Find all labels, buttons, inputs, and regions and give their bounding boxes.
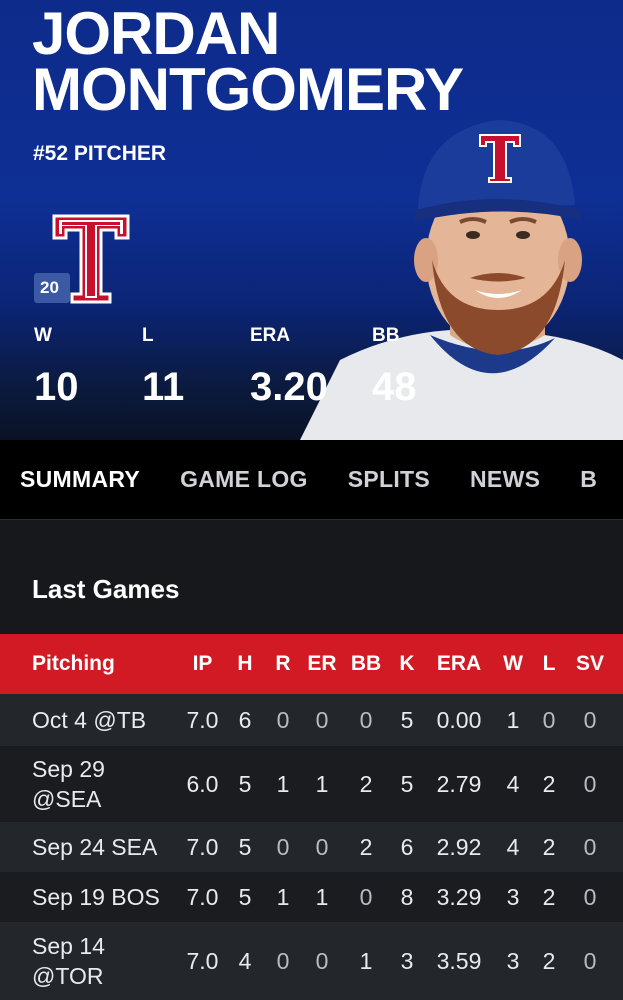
game-cell: Sep 29 @SEA <box>32 756 105 812</box>
stat-label: W <box>34 325 52 346</box>
ip-cell: 7.0 <box>186 706 219 733</box>
stat-losses: L 11 <box>142 325 184 410</box>
header-era: ERA <box>436 652 482 675</box>
bb-cell: 2 <box>359 770 373 797</box>
era-cell: 2.92 <box>436 833 482 860</box>
tab-splits[interactable]: SPLITS <box>348 466 430 493</box>
l-cell: 2 <box>542 770 556 797</box>
player-number-position: #52 PITCHER <box>33 142 167 165</box>
table-row[interactable]: Oct 4 @TB 7.0 6 0 0 0 5 0.00 1 0 0 <box>0 694 623 746</box>
sv-cell: 0 <box>583 706 597 733</box>
k-cell: 8 <box>400 883 414 910</box>
sv-cell: 0 <box>583 883 597 910</box>
player-last-name: MONTGOMERY <box>32 56 464 123</box>
era-cell: 3.29 <box>436 883 482 910</box>
w-cell: 1 <box>506 706 520 733</box>
ip-cell: 7.0 <box>186 883 219 910</box>
player-name: JORDAN MONTGOMERY <box>32 0 592 123</box>
stat-value: 10 <box>34 365 79 409</box>
game-cell: Oct 4 @TB <box>32 706 147 733</box>
stat-value: 48 <box>372 365 417 409</box>
stat-wins: W 10 <box>34 325 79 410</box>
l-cell: 2 <box>542 833 556 860</box>
l-cell: 2 <box>542 883 556 910</box>
r-cell: 0 <box>276 947 290 974</box>
sv-cell: 0 <box>583 947 597 974</box>
tab-summary[interactable]: SUMMARY <box>20 466 140 493</box>
r-cell: 1 <box>276 883 290 910</box>
season-badge[interactable]: 20 <box>34 273 70 303</box>
stat-label: L <box>142 325 154 346</box>
tab-game-log[interactable]: GAME LOG <box>180 466 308 493</box>
era-cell: 0.00 <box>436 706 482 733</box>
h-cell: 5 <box>238 770 252 797</box>
stat-value: 3.20 <box>250 365 328 409</box>
header-r: R <box>275 652 291 675</box>
bb-cell: 0 <box>359 706 373 733</box>
header-bb: BB <box>350 652 382 675</box>
l-cell: 0 <box>542 706 556 733</box>
era-cell: 2.79 <box>436 770 482 797</box>
game-cell: Sep 24 SEA <box>32 833 158 860</box>
header-w: W <box>503 652 523 675</box>
sv-cell: 0 <box>583 770 597 797</box>
er-cell: 1 <box>315 883 329 910</box>
player-first-name: JORDAN <box>32 0 280 67</box>
h-cell: 6 <box>238 706 252 733</box>
table-row[interactable]: Sep 19 BOS 7.0 5 1 1 0 8 3.29 3 2 0 <box>0 872 623 922</box>
ip-cell: 7.0 <box>186 833 219 860</box>
header-k: K <box>399 652 415 675</box>
l-cell: 2 <box>542 947 556 974</box>
tab-news[interactable]: NEWS <box>470 466 540 493</box>
player-hero: JORDAN MONTGOMERY #52 PITCHER 20 W 10 L … <box>0 0 623 440</box>
era-cell: 3.59 <box>436 947 482 974</box>
er-cell: 1 <box>315 770 329 797</box>
player-headshot <box>300 120 623 440</box>
header-pitching: Pitching <box>32 652 115 675</box>
ip-cell: 6.0 <box>186 770 219 797</box>
h-cell: 5 <box>238 883 252 910</box>
table-row[interactable]: Sep 14 @TOR 7.0 4 0 0 1 3 3.59 3 2 0 <box>0 922 623 1000</box>
ip-cell: 7.0 <box>186 947 219 974</box>
sv-cell: 0 <box>583 833 597 860</box>
w-cell: 4 <box>506 833 520 860</box>
stat-label: ERA <box>250 325 291 346</box>
stat-walks: BB 48 <box>372 325 417 410</box>
header-ip: IP <box>192 652 213 675</box>
tab-bar: SUMMARY GAME LOG SPLITS NEWS B <box>0 440 623 520</box>
h-cell: 5 <box>238 833 252 860</box>
table-row[interactable]: Sep 24 SEA 7.0 5 0 0 2 6 2.92 4 2 0 <box>0 822 623 872</box>
header-l: L <box>542 652 556 675</box>
bb-cell: 0 <box>359 883 373 910</box>
stat-value: 11 <box>142 365 185 409</box>
bb-cell: 1 <box>359 947 373 974</box>
er-cell: 0 <box>315 833 329 860</box>
header-er: ER <box>307 652 337 675</box>
section-title-last-games: Last Games <box>32 574 180 604</box>
r-cell: 1 <box>276 770 290 797</box>
game-cell: Sep 14 @TOR <box>32 933 105 989</box>
r-cell: 0 <box>276 833 290 860</box>
header-sv: SV <box>575 652 604 675</box>
k-cell: 6 <box>400 833 414 860</box>
table-header: Pitching IP H R ER BB K ERA W L SV <box>0 634 623 694</box>
k-cell: 5 <box>400 706 414 733</box>
w-cell: 4 <box>506 770 520 797</box>
stat-label: BB <box>372 325 400 346</box>
tab-overflow[interactable]: B <box>580 466 597 493</box>
r-cell: 0 <box>276 706 290 733</box>
last-games-table: Pitching IP H R ER BB K ERA W L SV Oct 4… <box>0 634 623 1000</box>
er-cell: 0 <box>315 947 329 974</box>
w-cell: 3 <box>506 947 520 974</box>
h-cell: 4 <box>238 947 252 974</box>
table-row[interactable]: Sep 29 @SEA 6.0 5 1 1 2 5 2.79 4 2 0 <box>0 746 623 822</box>
w-cell: 3 <box>506 883 520 910</box>
k-cell: 3 <box>400 947 414 974</box>
game-cell: Sep 19 BOS <box>32 883 160 910</box>
header-h: H <box>237 652 253 675</box>
er-cell: 0 <box>315 706 329 733</box>
k-cell: 5 <box>400 770 414 797</box>
bb-cell: 2 <box>359 833 373 860</box>
stat-era: ERA 3.20 <box>250 325 328 410</box>
